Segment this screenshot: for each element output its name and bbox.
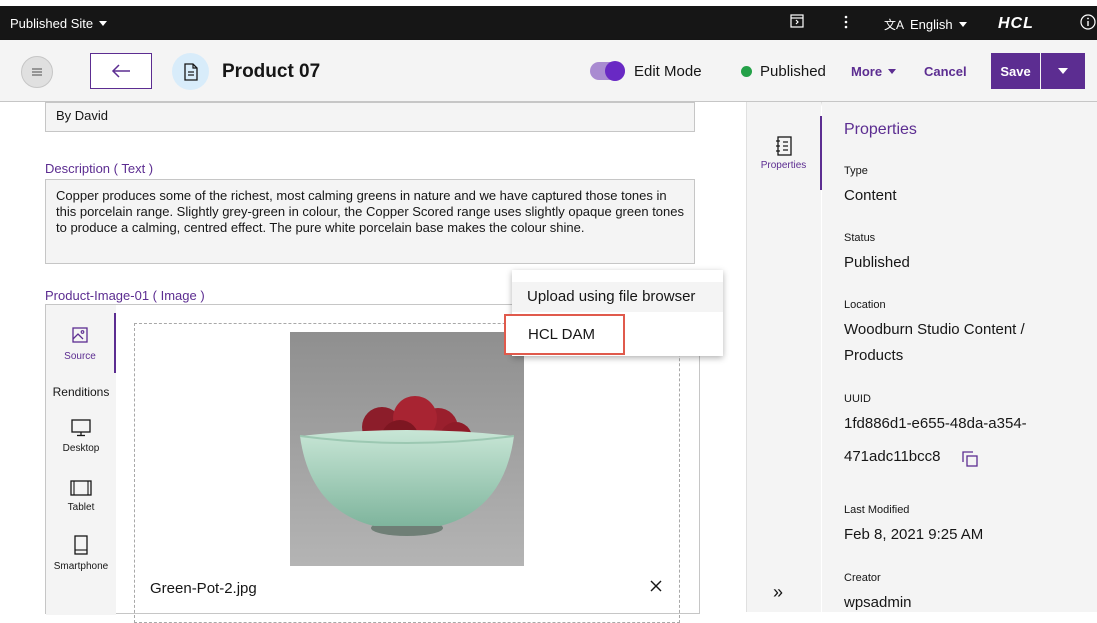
caret-down-icon — [1058, 68, 1068, 74]
language-selector[interactable]: 文A English — [884, 16, 967, 33]
cancel-button[interactable]: Cancel — [924, 64, 967, 79]
desktop-icon — [71, 419, 91, 437]
preview-icon[interactable] — [790, 14, 804, 31]
double-chevron-right-icon[interactable]: » — [773, 582, 783, 603]
status-value: Published — [844, 254, 910, 271]
properties-icon — [775, 135, 792, 156]
location-label: Location — [844, 299, 886, 311]
top-bar: Published Site 文A English HCL — [0, 6, 1097, 40]
nav-renditions[interactable]: Renditions — [46, 385, 116, 399]
location-value-line1: Woodburn Studio Content / — [844, 321, 1025, 338]
nav-smartphone[interactable]: Smartphone — [46, 535, 116, 572]
product-image — [290, 332, 524, 566]
language-label: English — [910, 17, 953, 32]
published-status-dot — [741, 66, 752, 77]
nav-desktop-label: Desktop — [62, 443, 100, 454]
smartphone-icon — [74, 535, 88, 555]
author-field[interactable]: By David — [45, 102, 695, 132]
copy-icon[interactable] — [962, 451, 978, 472]
site-selector-label: Published Site — [10, 16, 94, 31]
info-icon[interactable] — [1080, 14, 1096, 33]
description-label: Description ( Text ) — [45, 161, 154, 176]
menu-button[interactable] — [21, 56, 53, 88]
more-label: More — [851, 64, 883, 79]
type-label: Type — [844, 165, 868, 177]
save-options-button[interactable] — [1041, 53, 1085, 89]
hcl-dam-option[interactable]: HCL DAM — [504, 314, 625, 355]
properties-tab-label: Properties — [760, 159, 807, 171]
author-value: By David — [56, 108, 109, 123]
hcl-logo: HCL — [998, 15, 1034, 32]
last-modified-value: Feb 8, 2021 9:25 AM — [844, 526, 984, 543]
image-drop-area[interactable]: Green-Pot-2.jpg — [134, 323, 680, 623]
upload-menu: Upload using file browser HCL DAM — [504, 270, 723, 356]
creator-value: wpsadmin — [844, 594, 912, 611]
image-icon — [72, 327, 88, 343]
back-button[interactable] — [90, 53, 152, 89]
creator-label: Creator — [844, 572, 881, 584]
arrow-left-icon — [111, 64, 130, 78]
status-label: Published — [760, 63, 826, 80]
save-button[interactable]: Save — [991, 53, 1040, 89]
nav-source-label: Source — [64, 351, 96, 362]
editor-toolbar: Product 07 Edit Mode Published More Canc… — [0, 40, 1097, 102]
close-icon[interactable] — [650, 576, 662, 597]
nav-tablet-label: Tablet — [67, 502, 95, 513]
page-title: Product 07 — [222, 61, 321, 82]
chevron-down-icon — [99, 21, 108, 26]
document-icon — [172, 53, 209, 90]
status-label: Status — [844, 232, 876, 244]
image-field-label: Product-Image-01 ( Image ) — [45, 288, 205, 303]
nav-smartphone-label: Smartphone — [53, 561, 109, 572]
location-value-line2: Products — [844, 347, 904, 364]
content-editor: By David Description ( Text ) Copper pro… — [0, 102, 746, 623]
translate-icon: 文A — [884, 18, 905, 32]
file-name: Green-Pot-2.jpg — [150, 580, 257, 597]
more-button[interactable]: More — [851, 64, 897, 79]
chevron-down-icon — [958, 22, 967, 27]
caret-down-icon — [888, 69, 897, 74]
uuid-value-line2: 471adc11bcc8 — [844, 448, 941, 465]
properties-title: Properties — [844, 121, 917, 138]
right-rail: Properties » — [746, 102, 822, 612]
description-field[interactable]: Copper produces some of the richest, mos… — [45, 179, 695, 264]
uuid-value-line1: 1fd886d1-e655-48da-a354- — [844, 415, 1027, 432]
description-value: Copper produces some of the richest, mos… — [56, 188, 684, 235]
edit-mode-toggle[interactable] — [590, 61, 625, 81]
kebab-menu-icon[interactable] — [843, 14, 849, 33]
properties-panel: Properties Type Content Status Published… — [822, 102, 1097, 612]
hamburger-icon — [32, 68, 42, 76]
nav-source[interactable]: Source — [46, 313, 116, 373]
site-selector[interactable]: Published Site — [10, 16, 108, 31]
last-modified-label: Last Modified — [844, 504, 910, 516]
type-value: Content — [844, 187, 897, 204]
nav-desktop[interactable]: Desktop — [46, 419, 116, 454]
nav-tablet[interactable]: Tablet — [46, 480, 116, 513]
uuid-label: UUID — [844, 393, 871, 405]
tablet-icon — [70, 480, 92, 496]
properties-tab[interactable]: Properties — [747, 116, 822, 190]
upload-file-browser-option[interactable]: Upload using file browser — [512, 282, 723, 312]
edit-mode-label: Edit Mode — [634, 63, 702, 80]
image-nav: Source Renditions Desktop Tablet Smartph… — [46, 305, 116, 615]
